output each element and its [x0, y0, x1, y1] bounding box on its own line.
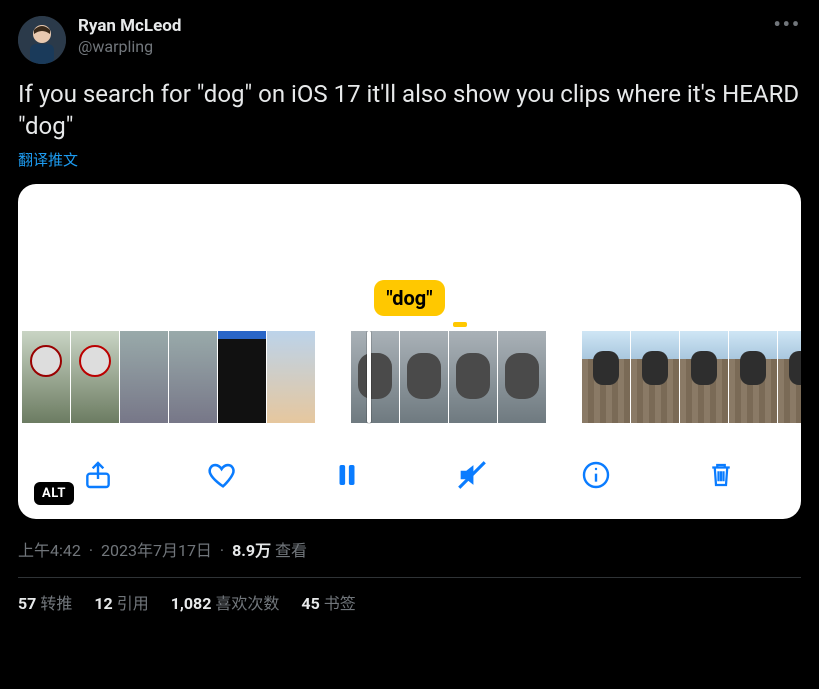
- tweet-stats: 57转推 12 引用 1,082喜欢次数 45 书签: [18, 590, 801, 614]
- thumbnail: [778, 331, 801, 423]
- thumbnail: [631, 331, 679, 423]
- thumbnail: [169, 331, 217, 423]
- media-card[interactable]: "dog": [18, 184, 801, 519]
- post-date[interactable]: 2023年7月17日: [101, 541, 212, 560]
- retweets-stat[interactable]: 57转推: [18, 590, 72, 614]
- thumbnail: [22, 331, 70, 423]
- bookmarks-label: 书签: [324, 594, 356, 613]
- trash-icon[interactable]: [699, 453, 743, 497]
- likes-count: 1,082: [171, 594, 212, 613]
- video-filmstrip[interactable]: [18, 331, 801, 439]
- divider: [18, 577, 801, 578]
- thumbnail: [729, 331, 777, 423]
- thumbnail: [71, 331, 119, 423]
- tweet-header: Ryan McLeod @warpling: [18, 16, 801, 64]
- playhead[interactable]: [367, 331, 371, 423]
- caption-bubble: "dog": [374, 280, 444, 316]
- tweet-meta: 上午4:42 · 2023年7月17日 · 8.9万 查看: [18, 537, 801, 561]
- clip-1[interactable]: [22, 331, 315, 423]
- more-button[interactable]: •••: [773, 12, 801, 36]
- caption-marker: [453, 322, 467, 327]
- views-label: 查看: [275, 541, 307, 560]
- media-whitespace: [18, 184, 801, 280]
- thumbnail: [680, 331, 728, 423]
- thumbnail: [498, 331, 546, 423]
- user-handle[interactable]: @warpling: [78, 37, 181, 57]
- pause-icon[interactable]: [325, 453, 369, 497]
- alt-badge[interactable]: ALT: [34, 482, 74, 505]
- bookmarks-count: 45: [301, 594, 319, 613]
- likes-label: 喜欢次数: [215, 594, 279, 613]
- tweet-text: If you search for "dog" on iOS 17 it'll …: [18, 78, 801, 143]
- bookmarks-stat[interactable]: 45 书签: [301, 590, 355, 614]
- thumbnail: [351, 331, 399, 423]
- media-toolbar: [18, 439, 801, 519]
- views-count[interactable]: 8.9万: [232, 541, 271, 560]
- caption-row: "dog": [18, 280, 801, 327]
- thumbnail: [267, 331, 315, 423]
- clip-3[interactable]: [582, 331, 801, 423]
- display-name[interactable]: Ryan McLeod: [78, 16, 181, 37]
- likes-stat[interactable]: 1,082喜欢次数: [171, 590, 280, 614]
- thumbnail: [120, 331, 168, 423]
- info-icon[interactable]: [574, 453, 618, 497]
- speaker-mute-icon[interactable]: [450, 453, 494, 497]
- tweet-container: ••• Ryan McLeod @warpling If you search …: [0, 0, 819, 630]
- clip-2-active[interactable]: [351, 331, 546, 423]
- thumbnail: [218, 331, 266, 423]
- quotes-stat[interactable]: 12 引用: [94, 590, 148, 614]
- post-time[interactable]: 上午4:42: [18, 541, 81, 560]
- quotes-count: 12: [94, 594, 112, 613]
- heart-icon[interactable]: [201, 453, 245, 497]
- retweets-count: 57: [18, 594, 36, 613]
- avatar[interactable]: [18, 16, 66, 64]
- retweets-label: 转推: [40, 594, 72, 613]
- thumbnail: [400, 331, 448, 423]
- quotes-label: 引用: [117, 594, 149, 613]
- thumbnail: [582, 331, 630, 423]
- author-names: Ryan McLeod @warpling: [78, 16, 181, 57]
- share-icon[interactable]: [76, 453, 120, 497]
- translate-link[interactable]: 翻译推文: [18, 149, 78, 170]
- thumbnail: [449, 331, 497, 423]
